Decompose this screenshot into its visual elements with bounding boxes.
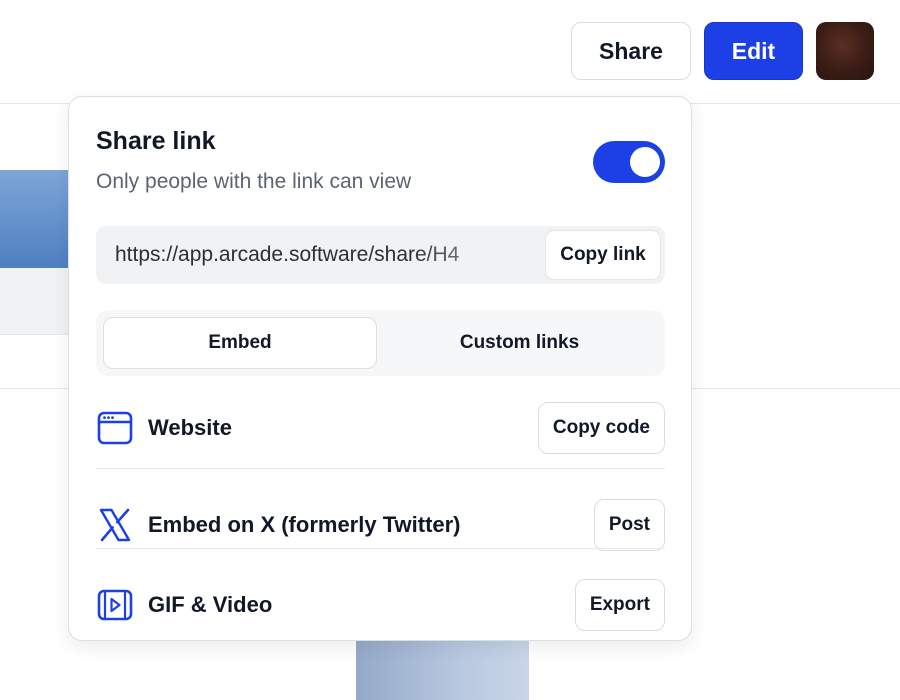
top-bar: Share Edit [0,0,900,104]
option-row-x: Embed on X (formerly Twitter) Post [96,468,665,551]
post-button[interactable]: Post [593,499,665,551]
option-row-gif-video: GIF & Video Export [96,548,665,631]
browser-window-icon [96,410,134,446]
option-label: Website [148,415,232,440]
share-popover: Share link Only people with the link can… [68,96,692,641]
share-url-text: https://app.arcade.software/share/H4 [115,243,460,266]
background-image-thumbnail [356,640,529,700]
share-tabs: Embed Custom links [96,310,665,376]
copy-link-button[interactable]: Copy link [545,230,661,280]
copy-code-button[interactable]: Copy code [537,402,665,454]
export-button[interactable]: Export [574,579,665,631]
user-avatar[interactable] [816,22,874,80]
page: Share Edit Share link Only people with t… [0,0,900,700]
edit-button[interactable]: Edit [704,22,803,80]
background-divider [0,334,70,335]
option-row-website: Website Copy code [96,388,665,468]
video-play-icon [96,587,134,623]
tab-embed[interactable]: Embed [103,317,377,369]
popover-title: Share link [96,127,216,155]
share-link-toggle[interactable] [593,141,665,183]
popover-subtitle: Only people with the link can view [96,170,412,193]
background-row [0,268,70,334]
option-label: GIF & Video [148,592,273,617]
x-logo-icon [96,507,134,543]
tab-custom-links[interactable]: Custom links [381,317,658,369]
share-url-field[interactable]: https://app.arcade.software/share/H4 Cop… [96,226,665,284]
background-image-thumbnail [0,170,70,268]
toggle-knob [630,147,660,177]
share-button[interactable]: Share [571,22,691,80]
